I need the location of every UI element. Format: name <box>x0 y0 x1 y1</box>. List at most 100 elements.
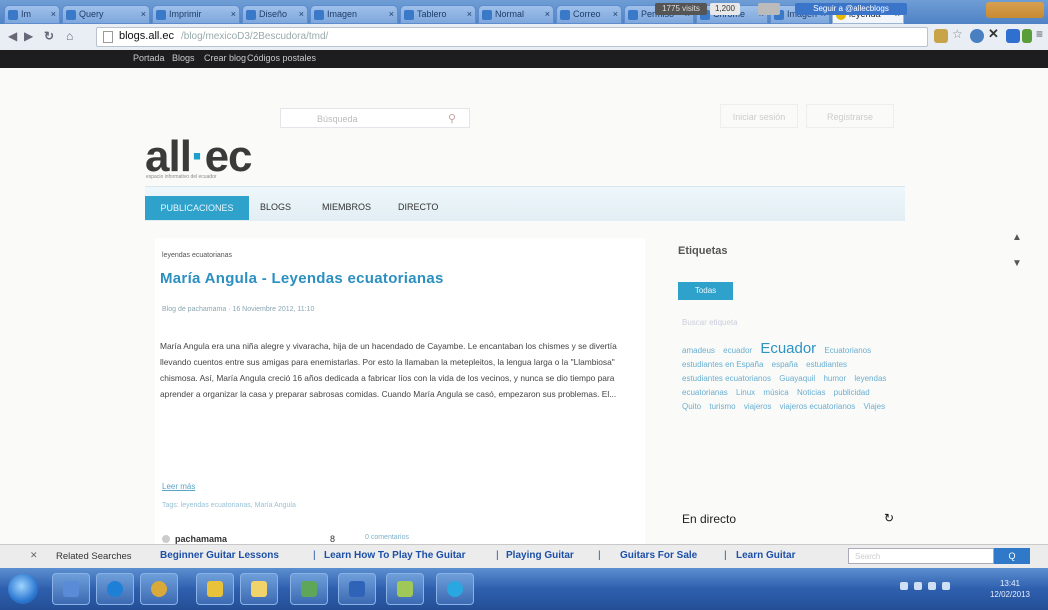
scroll-down-icon[interactable]: ▼ <box>1012 258 1022 269</box>
taskbar-app-button[interactable] <box>140 573 178 605</box>
tag-link[interactable]: viajeros ecuatorianos <box>780 402 856 411</box>
nav-item-directo[interactable]: DIRECTO <box>398 202 438 212</box>
tag-link[interactable]: Linux <box>736 388 755 397</box>
post-author[interactable]: pachamama <box>175 534 227 544</box>
post-category[interactable]: leyendas ecuatorianas <box>162 252 232 259</box>
volume-icon[interactable] <box>914 582 922 590</box>
url-input[interactable]: blogs.all.ec /blog/mexicoD3/2Bescudora/t… <box>96 27 928 47</box>
twitter-follow-button[interactable]: Seguir a @allecblogs <box>795 3 907 15</box>
taskbar-app-button[interactable] <box>436 573 474 605</box>
browser-tab[interactable]: Imagen × <box>310 5 398 24</box>
post-tags[interactable]: Tags: leyendas ecuatorianas, María Angul… <box>162 502 296 509</box>
close-icon[interactable]: ✕ <box>988 26 1002 41</box>
browser-tab[interactable]: Correo × <box>556 5 622 24</box>
close-icon[interactable]: × <box>389 9 394 19</box>
related-search-input[interactable]: Search <box>848 548 994 564</box>
browser-tab[interactable]: Imprimir × <box>152 5 240 24</box>
all-tags-button[interactable]: Todas <box>678 282 733 300</box>
taskbar-clock[interactable]: 13:41 12/02/2013 <box>990 578 1030 600</box>
close-icon[interactable]: × <box>231 9 236 19</box>
site-link-blogs[interactable]: Blogs <box>172 53 195 63</box>
menu-icon[interactable]: ≡ <box>1036 27 1048 41</box>
nav-item-blogs[interactable]: BLOGS <box>260 202 291 212</box>
close-icon[interactable]: ✕ <box>30 550 38 561</box>
extension-icon[interactable] <box>970 29 984 43</box>
register-button[interactable]: Registrarse <box>806 104 894 128</box>
browser-tab[interactable]: Query × <box>62 5 150 24</box>
taskbar-app-button[interactable] <box>240 573 278 605</box>
related-search-button[interactable]: Q <box>994 548 1030 564</box>
extension-icon[interactable] <box>1006 29 1020 43</box>
browser-tab[interactable]: Im × <box>4 5 60 24</box>
tag-link[interactable]: ecuador <box>723 346 752 355</box>
site-link-portada[interactable]: Portada <box>133 53 165 63</box>
close-icon[interactable]: × <box>613 9 618 19</box>
vote-count: 8 <box>330 534 336 544</box>
tag-link[interactable]: Quito <box>682 402 701 411</box>
system-tray[interactable] <box>900 582 960 592</box>
avatar[interactable] <box>162 535 170 543</box>
post-title[interactable]: María Angula - Leyendas ecuatorianas <box>160 270 444 287</box>
tag-search-input[interactable]: Buscar etiqueta <box>682 318 738 327</box>
related-link[interactable]: Learn How To Play The Guitar <box>324 550 466 561</box>
login-button[interactable]: Iniciar sesión <box>720 104 798 128</box>
tray-icon[interactable] <box>900 582 908 590</box>
network-icon[interactable] <box>928 582 936 590</box>
tag-link[interactable]: publicidad <box>834 388 870 397</box>
tag-link[interactable]: viajeros <box>744 402 772 411</box>
taskbar-app-button[interactable] <box>386 573 424 605</box>
taskbar-app-button[interactable] <box>196 573 234 605</box>
related-link[interactable]: Learn Guitar <box>736 550 795 561</box>
site-link-codigos-postales[interactable]: Códigos postales <box>247 53 316 63</box>
taskbar-app-button[interactable] <box>338 573 376 605</box>
scroll-up-icon[interactable]: ▲ <box>1012 232 1022 243</box>
search-input[interactable]: Búsqueda <box>280 108 470 128</box>
flag-icon[interactable] <box>942 582 950 590</box>
tag-link[interactable]: turismo <box>709 402 735 411</box>
star-icon[interactable]: ☆ <box>952 27 966 41</box>
forward-icon[interactable]: ▶ <box>24 29 33 43</box>
site-link-crear-blog[interactable]: Crear blog <box>204 53 246 63</box>
nav-item-miembros[interactable]: MIEMBROS <box>322 202 371 212</box>
taskbar-app-button[interactable] <box>290 573 328 605</box>
tag-link[interactable]: humor <box>823 374 846 383</box>
close-icon[interactable]: × <box>545 9 550 19</box>
related-link[interactable]: Playing Guitar <box>506 550 574 561</box>
tag-link[interactable]: Ecuatorianos <box>824 346 871 355</box>
stat-badge: 1,200 <box>710 3 740 15</box>
reload-icon[interactable]: ↻ <box>44 29 54 43</box>
tag-link[interactable]: españa <box>772 360 798 369</box>
tag-link[interactable]: música <box>763 388 788 397</box>
tag-link[interactable]: Viajes <box>863 402 885 411</box>
taskbar-app-button[interactable] <box>96 573 134 605</box>
close-icon[interactable]: × <box>467 9 472 19</box>
refresh-icon[interactable]: ↻ <box>884 511 894 525</box>
browser-tab[interactable]: Tablero × <box>400 5 476 24</box>
tag-link[interactable]: estudiantes <box>806 360 847 369</box>
close-icon[interactable]: × <box>299 9 304 19</box>
back-icon[interactable]: ◀ <box>8 29 17 43</box>
close-icon[interactable]: × <box>51 9 56 19</box>
related-link[interactable]: Guitars For Sale <box>620 550 697 561</box>
read-more-link[interactable]: Leer más <box>162 482 195 491</box>
extension-icon[interactable] <box>934 29 948 43</box>
share-button[interactable] <box>758 3 780 15</box>
home-icon[interactable]: ⌂ <box>66 29 73 43</box>
tag-link[interactable]: Noticias <box>797 388 825 397</box>
tag-link[interactable]: estudiantes ecuatorianos <box>682 374 771 383</box>
tag-link[interactable]: Ecuador <box>760 340 816 357</box>
close-icon[interactable]: × <box>141 9 146 19</box>
start-button[interactable] <box>8 574 38 604</box>
tag-link[interactable]: Guayaquil <box>779 374 815 383</box>
related-link[interactable]: Beginner Guitar Lessons <box>160 550 279 561</box>
window-controls[interactable] <box>986 2 1044 18</box>
nav-item-publicaciones[interactable]: PUBLICACIONES <box>145 196 249 220</box>
tag-link[interactable]: estudiantes en España <box>682 360 763 369</box>
comments-link[interactable]: 0 comentarios <box>365 534 409 541</box>
browser-tab[interactable]: Normal × <box>478 5 554 24</box>
taskbar-app-button[interactable] <box>52 573 90 605</box>
search-icon[interactable]: ⚲ <box>448 112 456 125</box>
browser-tab[interactable]: Diseño × <box>242 5 308 24</box>
extension-icon[interactable] <box>1022 29 1032 43</box>
tag-link[interactable]: amadeus <box>682 346 715 355</box>
